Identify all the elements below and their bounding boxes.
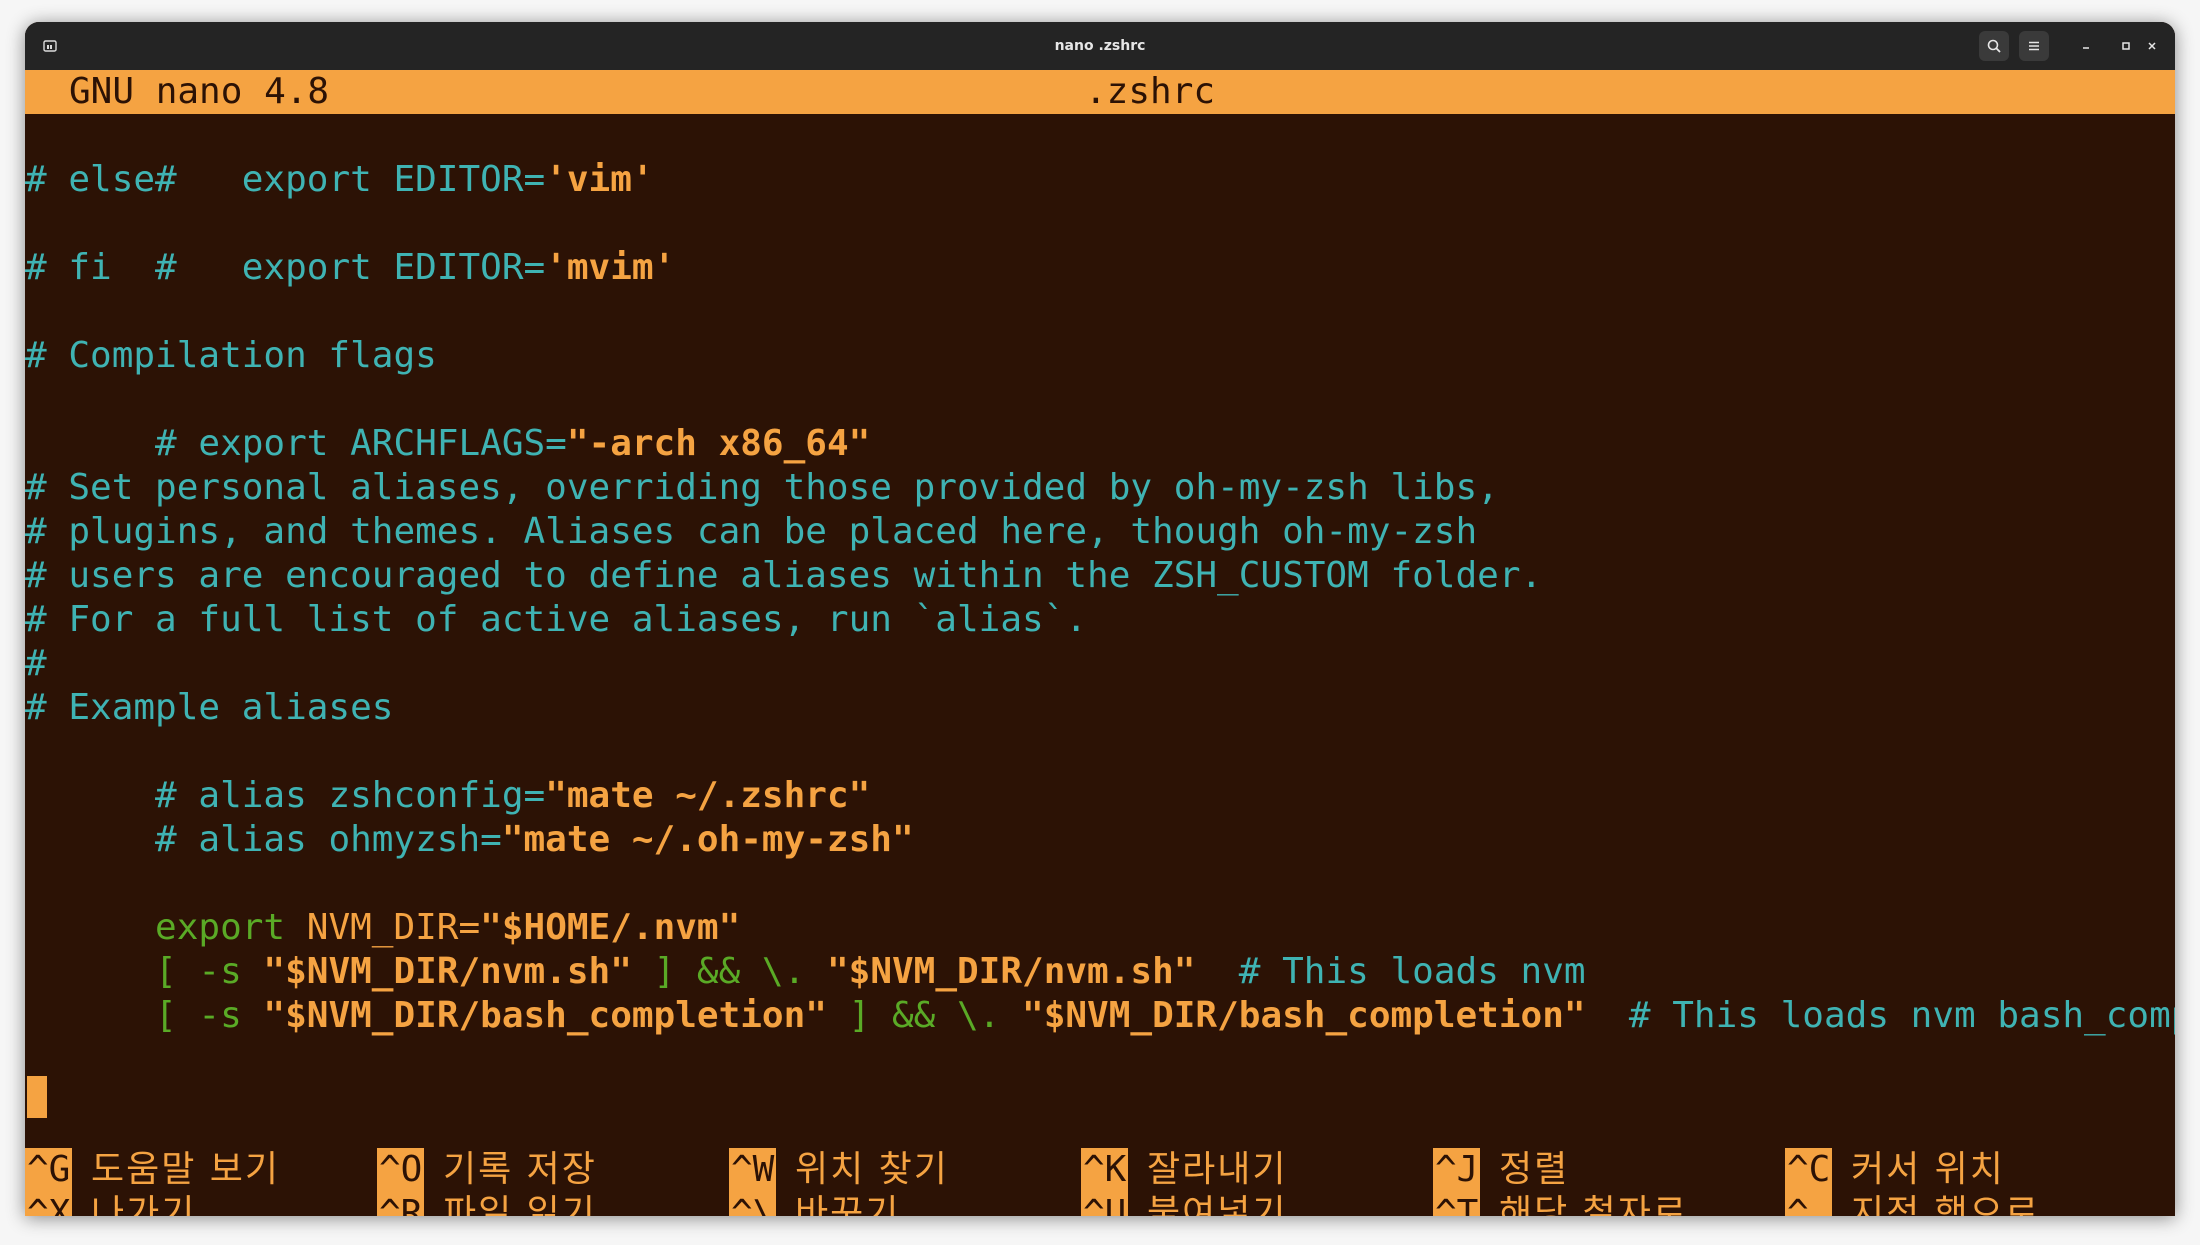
- title-bar: nano .zshrc: [25, 22, 2175, 70]
- shortcut-key[interactable]: ^K: [1081, 1148, 1129, 1192]
- shortcut-key[interactable]: ^\: [729, 1192, 777, 1216]
- shortcut-key[interactable]: ^_: [1785, 1192, 1833, 1216]
- shortcut-label: 파일 읽기: [443, 1193, 597, 1216]
- shortcut-label: 도움말 보기: [91, 1149, 281, 1190]
- shortcut-key[interactable]: ^G: [25, 1148, 73, 1192]
- hamburger-menu-icon[interactable]: [2019, 31, 2049, 61]
- editor-line[interactable]: # Example aliases: [25, 686, 393, 730]
- editor-line[interactable]: #: [25, 642, 47, 686]
- editor-line[interactable]: # export EDITOR='mvim': [25, 202, 675, 288]
- nano-header-bar: GNU nano 4.8 .zshrc: [25, 70, 2175, 114]
- editor-line[interactable]: # plugins, and themes. Aliases can be pl…: [25, 510, 1477, 554]
- window-title: nano .zshrc: [1054, 38, 1146, 54]
- nano-filename: .zshrc: [1085, 71, 1216, 112]
- shortcut-label: 정렬: [1499, 1149, 1570, 1190]
- shortcut-label: 나가기: [91, 1193, 197, 1216]
- editor-line[interactable]: # alias ohmyzsh="mate ~/.oh-my-zsh": [25, 774, 914, 860]
- editor-line[interactable]: # For a full list of active aliases, run…: [25, 598, 1087, 642]
- shortcut-label: 기록 저장: [443, 1149, 597, 1190]
- shortcut-key[interactable]: ^W: [729, 1148, 777, 1192]
- shortcut-key[interactable]: ^J: [1433, 1148, 1481, 1192]
- nano-version: GNU nano 4.8: [69, 71, 330, 112]
- shortcut-label: 바꾸기: [795, 1193, 901, 1216]
- editor-line[interactable]: [ -s "$NVM_DIR/nvm.sh" ] && \. "$NVM_DIR…: [25, 906, 1586, 992]
- editor-line[interactable]: # export ARCHFLAGS="-arch x86_64": [25, 378, 870, 464]
- editor-line[interactable]: # Set personal aliases, overriding those…: [25, 466, 1499, 510]
- shortcut-key[interactable]: ^U: [1081, 1192, 1129, 1216]
- editor-line[interactable]: [ -s "$NVM_DIR/bash_completion" ] && \. …: [25, 950, 2175, 1036]
- editor-line[interactable]: # export EDITOR='vim': [25, 114, 654, 200]
- editor-line[interactable]: # alias zshconfig="mate ~/.zshrc": [25, 730, 870, 816]
- close-icon[interactable]: [2137, 31, 2167, 61]
- shortcut-label: 커서 위치: [1851, 1149, 2005, 1190]
- shortcut-label: 잘라내기: [1147, 1149, 1288, 1190]
- editor-line[interactable]: export NVM_DIR="$HOME/.nvm": [25, 862, 740, 948]
- terminal-window: nano .zshrc GNU nano 4.8 .zshrc # export…: [25, 22, 2175, 1216]
- terminal-content[interactable]: GNU nano 4.8 .zshrc # export EDITOR='vim…: [25, 70, 2175, 1216]
- text-cursor: [27, 1076, 47, 1118]
- editor-line[interactable]: # fi: [25, 246, 112, 290]
- shortcut-key[interactable]: ^X: [25, 1192, 73, 1216]
- editor-line[interactable]: # users are encouraged to define aliases…: [25, 554, 1542, 598]
- editor-line[interactable]: # Compilation flags: [25, 334, 437, 378]
- shortcut-key[interactable]: ^R: [377, 1192, 425, 1216]
- shortcut-key[interactable]: ^O: [377, 1148, 425, 1192]
- shortcut-label: 붙여넣기: [1147, 1193, 1288, 1216]
- shortcut-key[interactable]: ^T: [1433, 1192, 1481, 1216]
- minimize-icon[interactable]: [2071, 31, 2101, 61]
- editor-line[interactable]: # else: [25, 158, 155, 202]
- shortcut-key[interactable]: ^C: [1785, 1148, 1833, 1192]
- shortcut-label: 지정 행으로: [1851, 1193, 2041, 1216]
- shortcut-label: 해당 철자로: [1499, 1193, 1689, 1216]
- search-icon[interactable]: [1979, 31, 2009, 61]
- shortcut-label: 위치 찾기: [795, 1149, 949, 1190]
